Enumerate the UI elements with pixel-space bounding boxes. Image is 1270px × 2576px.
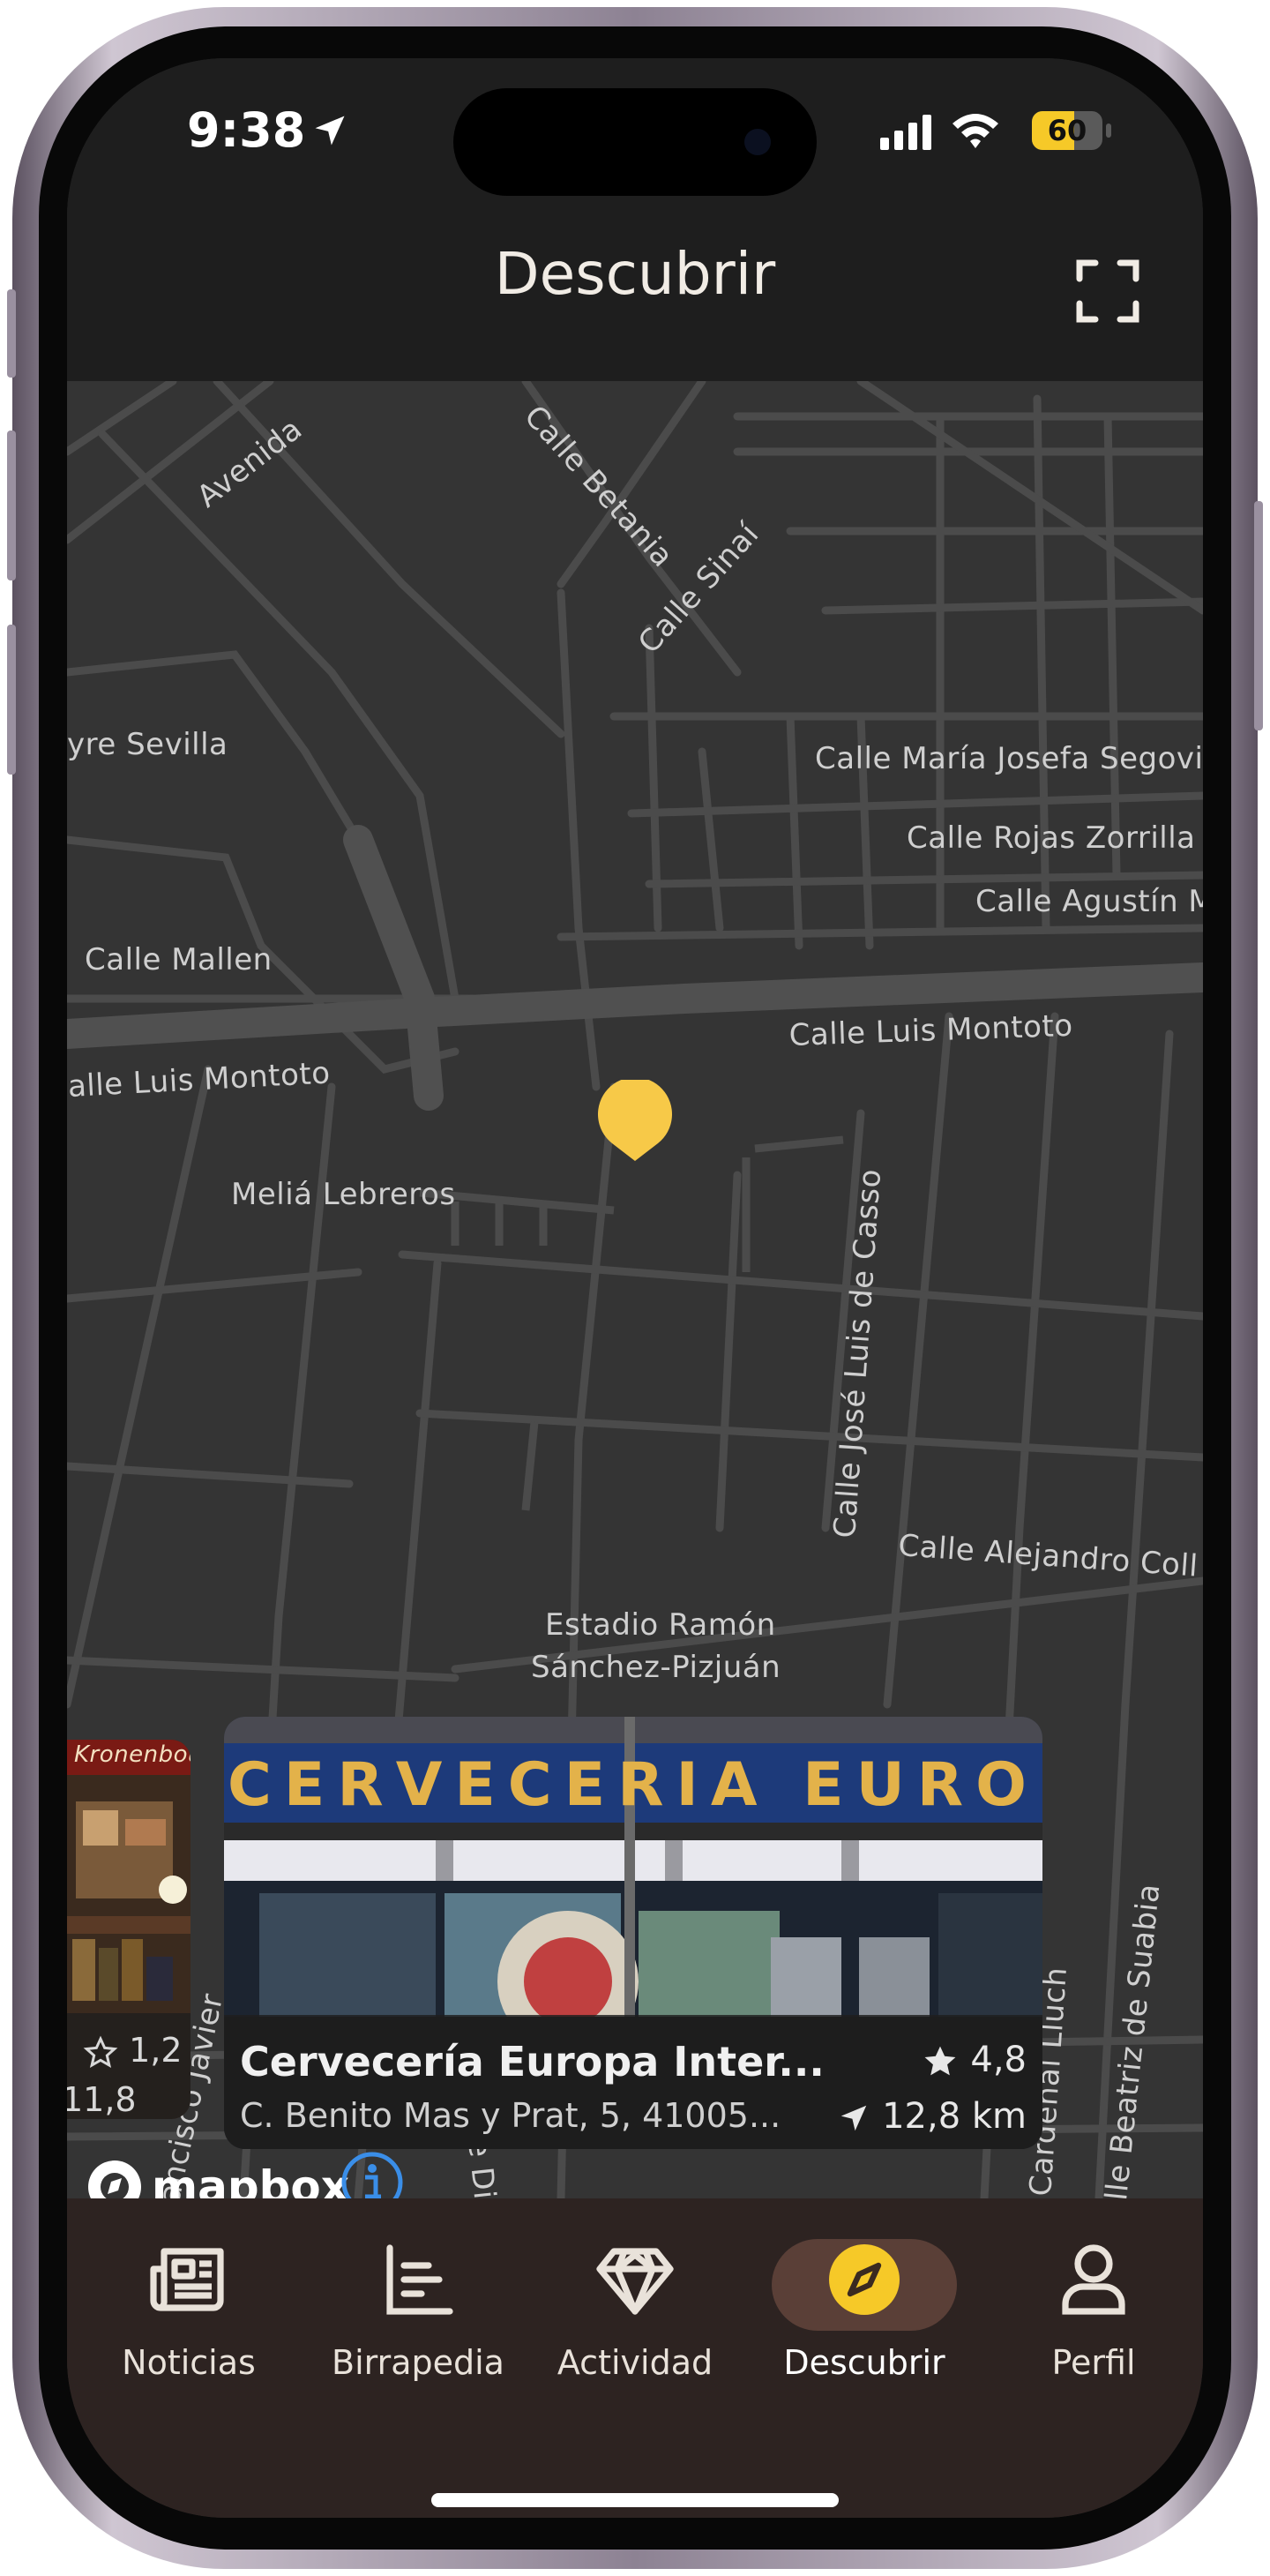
front-camera	[744, 129, 771, 155]
map-view[interactable]: Avenida Calle Betania Calle Sinaí yre Se…	[67, 381, 1203, 2198]
expand-icon[interactable]	[1074, 258, 1141, 325]
map-label-rojas-zorrilla: Calle Rojas Zorrilla	[907, 820, 1196, 856]
tab-perfil[interactable]: Perfil	[988, 2198, 1199, 2410]
battery-tip	[1106, 124, 1111, 138]
home-indicator[interactable]	[431, 2493, 839, 2507]
map-pin[interactable]	[594, 1080, 676, 1164]
side-sign-text: Kronenbourg	[74, 1741, 190, 1768]
place-card-info: Cervecería Europa Inter... 4,8 C. Benito…	[224, 2015, 1042, 2149]
location-arrow-icon	[315, 116, 345, 146]
power-button	[1254, 501, 1263, 730]
tab-label-noticias: Noticias	[122, 2343, 256, 2382]
tab-noticias[interactable]: Noticias	[83, 2198, 295, 2410]
tab-descubrir[interactable]: Descubrir	[758, 2198, 970, 2410]
star-filled-icon	[924, 2046, 956, 2076]
place-distance: 12,8 km	[837, 2096, 1027, 2137]
diamond-icon	[596, 2248, 674, 2315]
newspaper-icon	[150, 2248, 224, 2311]
cellular-signal-icon	[880, 115, 931, 150]
action-button	[7, 289, 16, 378]
tab-bar: Noticias Birrapedia Actividad Descubrir …	[67, 2198, 1203, 2518]
mapbox-mark-icon	[88, 2160, 141, 2198]
place-card-active[interactable]: CERVECERIA EUROPA Cervecería Europa Inte…	[224, 1717, 1042, 2149]
place-address: C. Benito Mas y Prat, 5, 41005...	[240, 2096, 781, 2135]
place-rating-value: 4,8	[970, 2040, 1027, 2080]
person-icon	[1062, 2244, 1125, 2315]
map-label-melia-lebreros: Meliá Lebreros	[231, 1177, 456, 1212]
volume-down-button	[7, 625, 16, 775]
place-sign-text: CERVECERIA EUROPA	[228, 1750, 1042, 1820]
app-header: Descubrir	[67, 199, 1203, 381]
battery-percent: 60	[1047, 114, 1087, 147]
screen: 9:38 60 Descubrir Avenida Calle Betania …	[67, 58, 1203, 2518]
compass-icon	[829, 2244, 900, 2315]
star-outline-icon	[83, 2035, 118, 2068]
map-label-maria-josefa: Calle María Josefa Segovi	[815, 741, 1203, 776]
info-icon[interactable]	[340, 2151, 404, 2198]
navigation-arrow-icon	[841, 2105, 867, 2131]
side-rating: 1,2	[83, 2031, 183, 2071]
list-icon	[386, 2244, 453, 2315]
battery-body: 60	[1032, 111, 1102, 150]
map-label-estadio-1: Estadio Ramón	[545, 1607, 776, 1643]
tab-label-perfil: Perfil	[1051, 2343, 1136, 2382]
place-name: Cervecería Europa Inter...	[240, 2038, 825, 2086]
map-label-estadio-2: Sánchez-Pizjuán	[531, 1650, 781, 1685]
map-label-calle-mallen: Calle Mallen	[85, 942, 273, 977]
tab-label-descubrir: Descubrir	[783, 2343, 945, 2382]
volume-up-button	[7, 431, 16, 580]
map-label-agustin: Calle Agustín M	[975, 884, 1203, 919]
side-rating-value: 1,2	[129, 2031, 183, 2070]
page-title: Descubrir	[494, 240, 776, 308]
battery-indicator: 60	[1032, 111, 1111, 150]
tab-actividad[interactable]: Actividad	[529, 2198, 741, 2410]
side-distance: 11,8 km	[67, 2080, 137, 2119]
place-rating: 4,8	[921, 2040, 1027, 2081]
tab-label-birrapedia: Birrapedia	[332, 2343, 504, 2382]
wifi-icon	[952, 114, 998, 148]
status-bar: 9:38 60	[67, 58, 1203, 199]
mapbox-wordmark: mapbox	[152, 2161, 350, 2198]
place-distance-value: 12,8 km	[882, 2096, 1027, 2137]
tab-label-actividad: Actividad	[557, 2343, 713, 2382]
mapbox-logo[interactable]: mapbox	[86, 2156, 349, 2198]
place-card-previous[interactable]: Kronenbourg 1,2 11,8 km	[67, 1740, 190, 2119]
status-time: 9:38	[187, 102, 306, 158]
tab-birrapedia[interactable]: Birrapedia	[312, 2198, 524, 2410]
map-label-yre-sevilla: yre Sevilla	[67, 727, 228, 762]
